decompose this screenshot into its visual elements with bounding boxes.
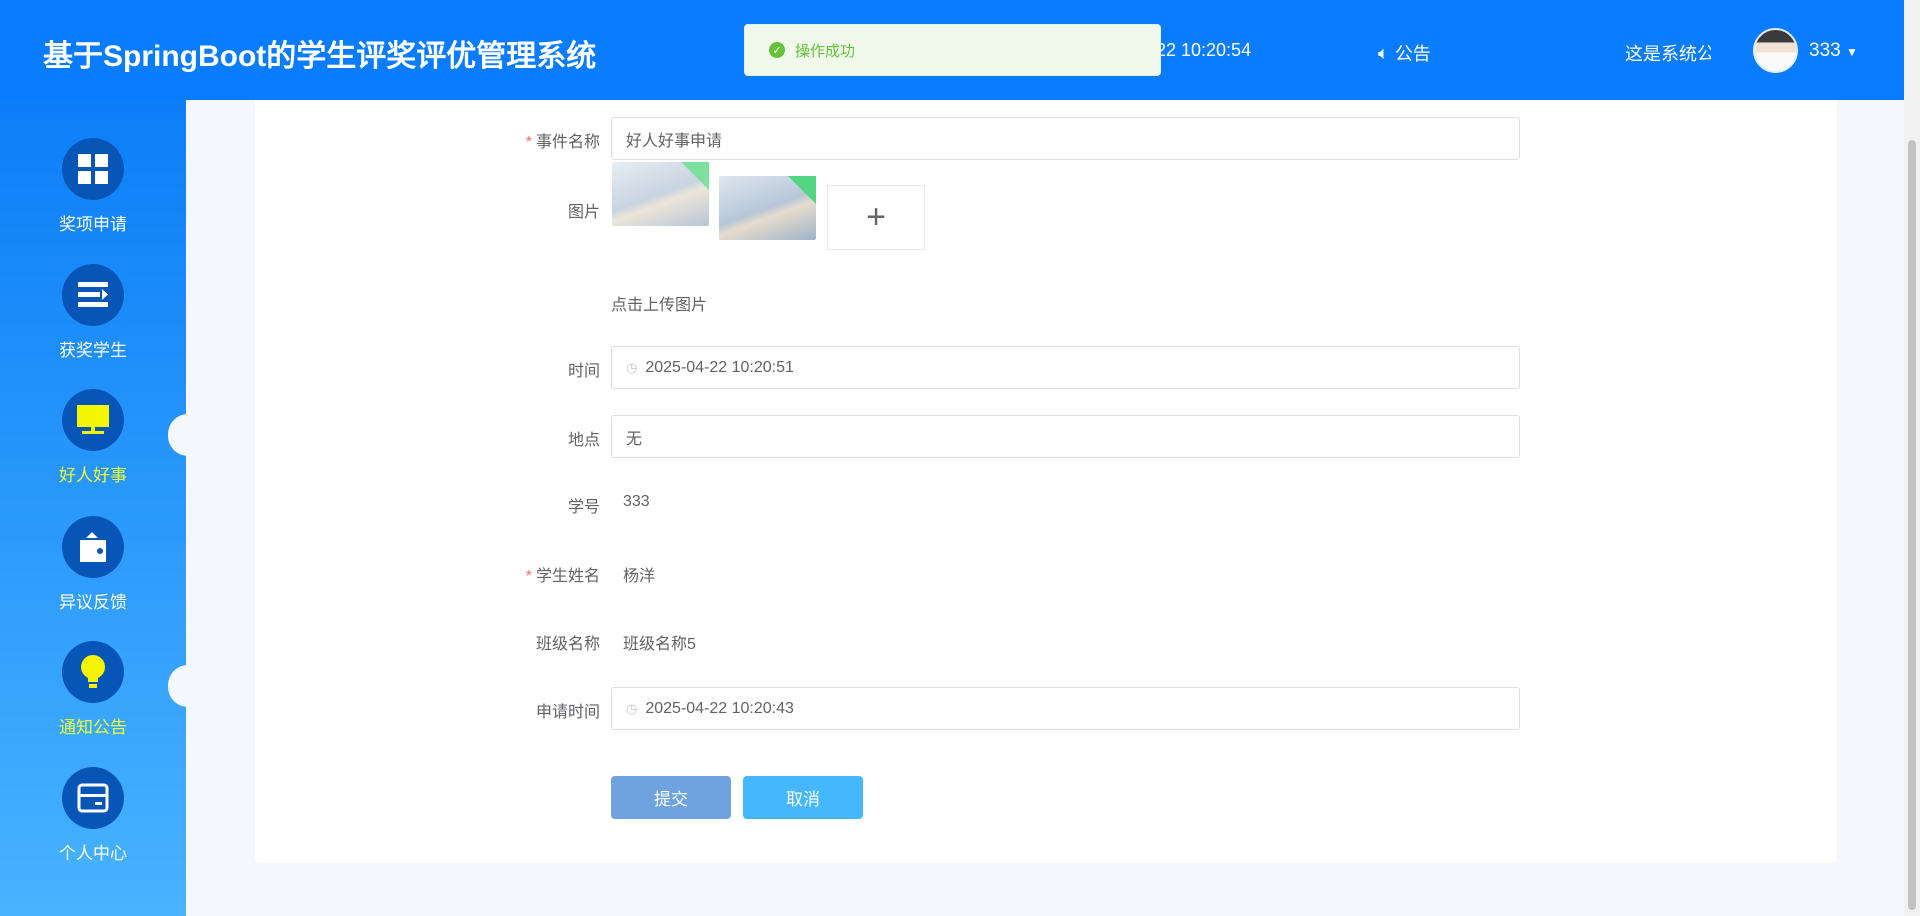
input-value: 好人好事申请 bbox=[626, 132, 723, 150]
time-label: 时间 bbox=[567, 363, 600, 380]
notice-label: 公告 bbox=[1394, 44, 1431, 64]
event-name-input[interactable]: 好人好事申请 bbox=[611, 117, 1520, 160]
label-text: 事件名称 bbox=[535, 134, 600, 151]
app-title: 基于SpringBoot的学生评奖评优管理系统 bbox=[43, 40, 597, 73]
image-thumbnail[interactable] bbox=[719, 176, 816, 240]
sidebar-item-profile[interactable]: 个人中心 bbox=[0, 767, 186, 864]
student-id-label: 学号 bbox=[567, 499, 600, 516]
sidebar-item-label: 好人好事 bbox=[59, 466, 127, 485]
notice-link[interactable]: 🔈︎ 公告 bbox=[1378, 40, 1431, 66]
student-name-label: * 学生姓名 bbox=[526, 562, 600, 586]
image-thumbnail[interactable] bbox=[612, 162, 709, 226]
clock: -22 10:20:54 bbox=[1150, 40, 1252, 60]
place-input[interactable]: 无 bbox=[611, 415, 1520, 458]
apply-time-label: 申请时间 bbox=[535, 704, 600, 721]
card-icon bbox=[62, 767, 124, 829]
sidebar-item-label: 奖项申请 bbox=[59, 215, 127, 234]
good-deed-form: * 事件名称 好人好事申请 图片 + 点击上传图片 时间 ◷ 2025-04-22 … bbox=[255, 100, 1837, 863]
sidebar-item-label: 异议反馈 bbox=[59, 593, 127, 612]
scrollbar[interactable] bbox=[1904, 0, 1920, 916]
scrollbar-thumb[interactable] bbox=[1908, 140, 1916, 910]
grid-icon bbox=[62, 138, 124, 200]
wallet-icon bbox=[62, 516, 124, 578]
sidebar-item-notices[interactable]: 通知公告 bbox=[0, 641, 186, 738]
success-toast: ✓ 操作成功 bbox=[744, 24, 1161, 76]
input-value: 2025-04-22 10:20:51 bbox=[645, 358, 794, 376]
image-label: 图片 bbox=[567, 204, 600, 221]
sidebar-item-good-deeds[interactable]: 好人好事 bbox=[0, 389, 186, 486]
list-icon bbox=[62, 264, 124, 326]
time-picker[interactable]: ◷ 2025-04-22 10:20:51 bbox=[611, 346, 1520, 389]
input-value: 无 bbox=[626, 430, 643, 448]
toast-message: 操作成功 bbox=[795, 42, 856, 60]
sidebar: 奖项申请 获奖学生 好人好事 异议反馈 通知公告 个人中心 bbox=[0, 100, 186, 916]
place-label: 地点 bbox=[567, 432, 600, 449]
sidebar-item-label: 获奖学生 bbox=[59, 341, 127, 360]
submit-button[interactable]: 提交 bbox=[611, 776, 731, 819]
cancel-button[interactable]: 取消 bbox=[743, 776, 863, 819]
notice-marquee: 这是系统公 bbox=[1625, 44, 1711, 64]
sidebar-item-feedback[interactable]: 异议反馈 bbox=[0, 516, 186, 613]
required-mark: * bbox=[525, 568, 532, 585]
required-mark: * bbox=[525, 134, 532, 151]
label-text: 学生姓名 bbox=[535, 568, 600, 585]
caret-down-icon: ▼ bbox=[1845, 45, 1858, 59]
student-name-value: 杨洋 bbox=[623, 568, 656, 585]
clock-icon: ◷ bbox=[626, 700, 638, 716]
user-menu[interactable]: 333 ▼ bbox=[1809, 40, 1858, 62]
event-name-label: * 事件名称 bbox=[526, 128, 600, 152]
class-name-value: 班级名称5 bbox=[623, 636, 696, 653]
student-id-value: 333 bbox=[623, 493, 650, 510]
username: 333 bbox=[1809, 40, 1841, 61]
sidebar-item-label: 通知公告 bbox=[59, 718, 127, 737]
check-circle-icon: ✓ bbox=[769, 42, 785, 58]
bulb-icon bbox=[62, 641, 124, 703]
sidebar-item-label: 个人中心 bbox=[59, 844, 127, 863]
monitor-icon bbox=[62, 389, 124, 451]
upload-add-button[interactable]: + bbox=[827, 185, 925, 250]
class-name-label: 班级名称 bbox=[535, 636, 600, 653]
sidebar-item-winners[interactable]: 获奖学生 bbox=[0, 264, 186, 361]
avatar[interactable] bbox=[1753, 28, 1798, 73]
speaker-icon: 🔈︎ bbox=[1378, 42, 1389, 63]
clock-icon: ◷ bbox=[626, 359, 638, 375]
plus-icon: + bbox=[866, 198, 886, 236]
apply-time-picker[interactable]: ◷ 2025-04-22 10:20:43 bbox=[611, 687, 1520, 730]
upload-hint: 点击上传图片 bbox=[611, 297, 708, 314]
input-value: 2025-04-22 10:20:43 bbox=[645, 699, 794, 717]
sidebar-item-awards[interactable]: 奖项申请 bbox=[0, 138, 186, 235]
